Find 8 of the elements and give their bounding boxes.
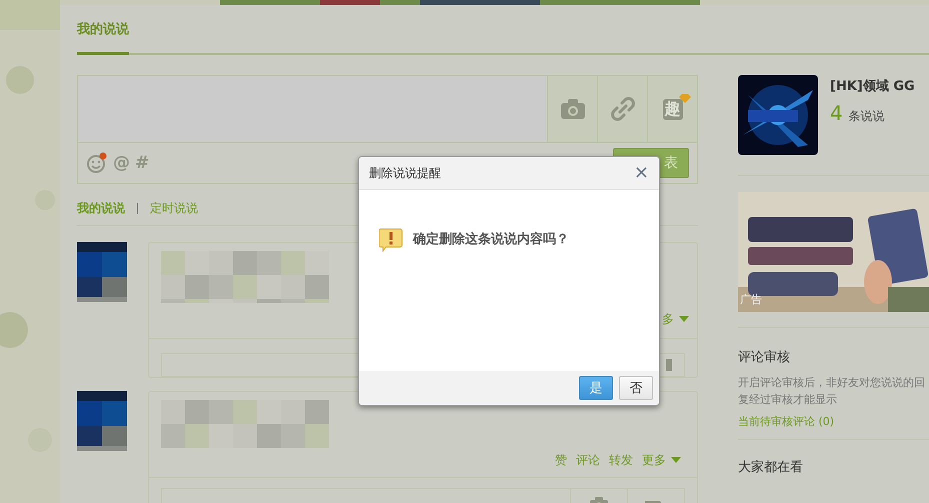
post-count-label: 条说说 (848, 108, 885, 125)
section-title: 评论审核 (738, 349, 791, 366)
post-count: 4 (830, 101, 843, 125)
section-title: 大家都在看 (738, 459, 803, 476)
section-description: 开启评论审核后，非好友对您说说的回复经过审核才能显示 (738, 375, 926, 408)
dialog-title: 删除说说提醒 (369, 164, 441, 182)
dialog-message: 确定删除这条说说内容吗？ (413, 230, 569, 249)
ad-label: 广告 (740, 292, 762, 307)
